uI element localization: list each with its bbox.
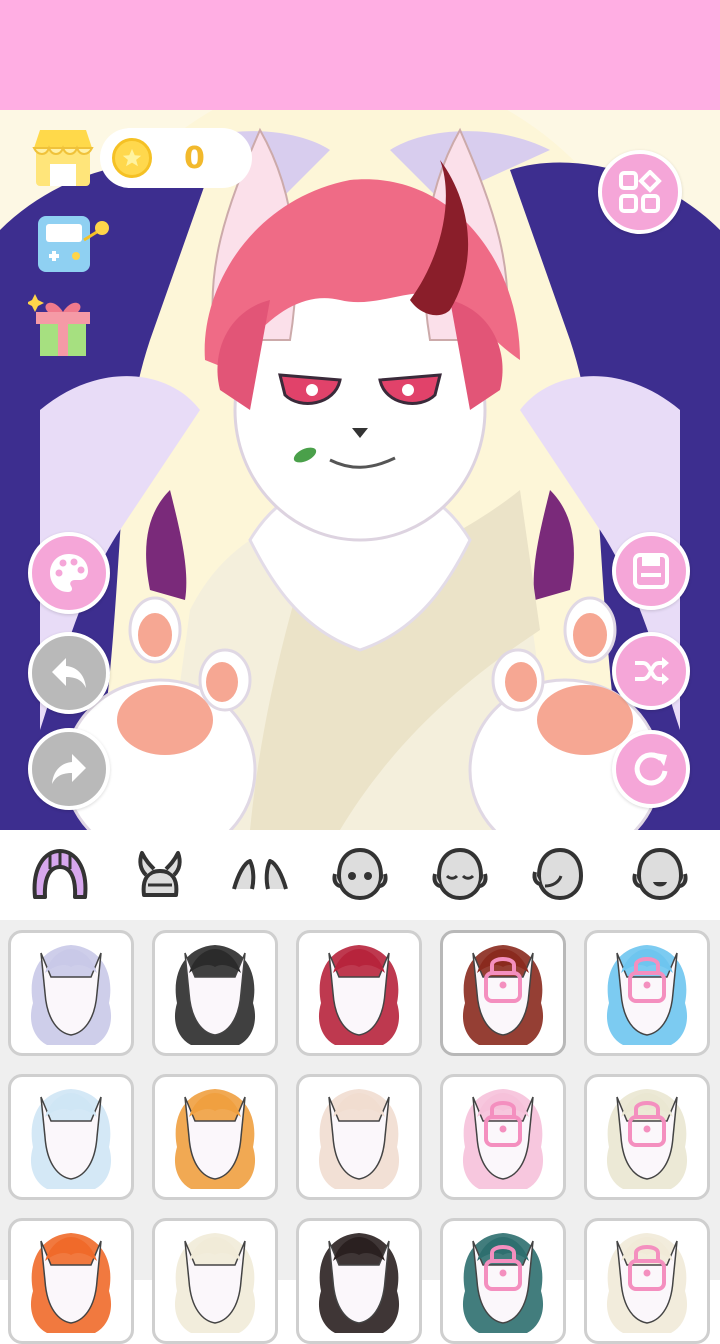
hair-preview bbox=[606, 1089, 688, 1189]
hair-option-tile[interactable] bbox=[152, 1074, 278, 1200]
coin-counter: 0 bbox=[100, 128, 252, 188]
shop-icon bbox=[32, 130, 94, 186]
hair-option-tile[interactable] bbox=[440, 1218, 566, 1344]
top-banner bbox=[0, 0, 720, 110]
hair-preview bbox=[174, 1233, 256, 1333]
tab-eyes[interactable] bbox=[325, 840, 395, 910]
shop-button[interactable] bbox=[30, 124, 96, 190]
category-tab-bar bbox=[0, 830, 720, 920]
tab-closed-eyes[interactable] bbox=[425, 840, 495, 910]
redo-button[interactable] bbox=[28, 728, 110, 810]
save-icon bbox=[633, 553, 669, 589]
tab-mouth[interactable] bbox=[625, 840, 695, 910]
hair-option-tile[interactable] bbox=[152, 1218, 278, 1344]
reset-icon bbox=[634, 752, 668, 786]
hair-preview bbox=[462, 1233, 544, 1333]
hair-preview bbox=[462, 945, 544, 1045]
hair-preview bbox=[174, 1089, 256, 1189]
save-button[interactable] bbox=[612, 532, 690, 610]
palette-icon bbox=[50, 554, 88, 592]
undo-button[interactable] bbox=[28, 632, 110, 714]
grid-shapes-icon bbox=[619, 170, 662, 213]
hair-option-tile[interactable] bbox=[8, 1074, 134, 1200]
hair-preview bbox=[30, 1089, 112, 1189]
reset-button[interactable] bbox=[612, 730, 690, 808]
redo-icon bbox=[52, 754, 86, 784]
hair-icon bbox=[32, 849, 88, 899]
shuffle-icon bbox=[635, 657, 669, 685]
hair-options-grid bbox=[0, 920, 720, 1344]
hair-option-tile[interactable] bbox=[440, 930, 566, 1056]
face-side-icon bbox=[532, 847, 584, 901]
tab-side-face[interactable] bbox=[525, 840, 595, 910]
coin-count: 0 bbox=[184, 140, 205, 176]
coin-icon bbox=[112, 138, 152, 178]
hair-option-tile[interactable] bbox=[584, 1074, 710, 1200]
hair-option-tile[interactable] bbox=[440, 1074, 566, 1200]
hair-option-tile[interactable] bbox=[296, 930, 422, 1056]
hair-preview bbox=[30, 1233, 112, 1333]
undo-icon bbox=[52, 658, 86, 688]
hair-option-tile[interactable] bbox=[296, 1218, 422, 1344]
game-console-icon bbox=[38, 216, 109, 272]
hair-option-tile[interactable] bbox=[152, 930, 278, 1056]
categories-button[interactable] bbox=[598, 150, 682, 234]
hair-option-tile[interactable] bbox=[8, 1218, 134, 1344]
hair-preview bbox=[30, 945, 112, 1045]
hair-option-tile[interactable] bbox=[584, 930, 710, 1056]
shuffle-button[interactable] bbox=[612, 632, 690, 710]
face-mouth-icon bbox=[632, 847, 688, 901]
hair-preview bbox=[462, 1089, 544, 1189]
hair-option-tile[interactable] bbox=[296, 1074, 422, 1200]
face-eyes-icon bbox=[332, 847, 388, 901]
ears-icon bbox=[232, 859, 288, 890]
hair-option-tile[interactable] bbox=[584, 1218, 710, 1344]
face-closed-eyes-icon bbox=[432, 847, 488, 901]
hair-preview bbox=[318, 945, 400, 1045]
gift-icon bbox=[28, 294, 90, 356]
hair-preview bbox=[174, 945, 256, 1045]
horns-icon bbox=[138, 851, 182, 897]
tab-horns[interactable] bbox=[125, 840, 195, 910]
gift-button[interactable] bbox=[28, 290, 100, 362]
hair-preview bbox=[318, 1089, 400, 1189]
tab-hair[interactable] bbox=[25, 840, 95, 910]
palette-button[interactable] bbox=[28, 532, 110, 614]
hair-option-tile[interactable] bbox=[8, 930, 134, 1056]
hair-preview bbox=[606, 945, 688, 1045]
hair-preview bbox=[606, 1233, 688, 1333]
tab-ears[interactable] bbox=[225, 840, 295, 910]
hair-preview bbox=[318, 1233, 400, 1333]
game-button[interactable] bbox=[34, 210, 112, 276]
